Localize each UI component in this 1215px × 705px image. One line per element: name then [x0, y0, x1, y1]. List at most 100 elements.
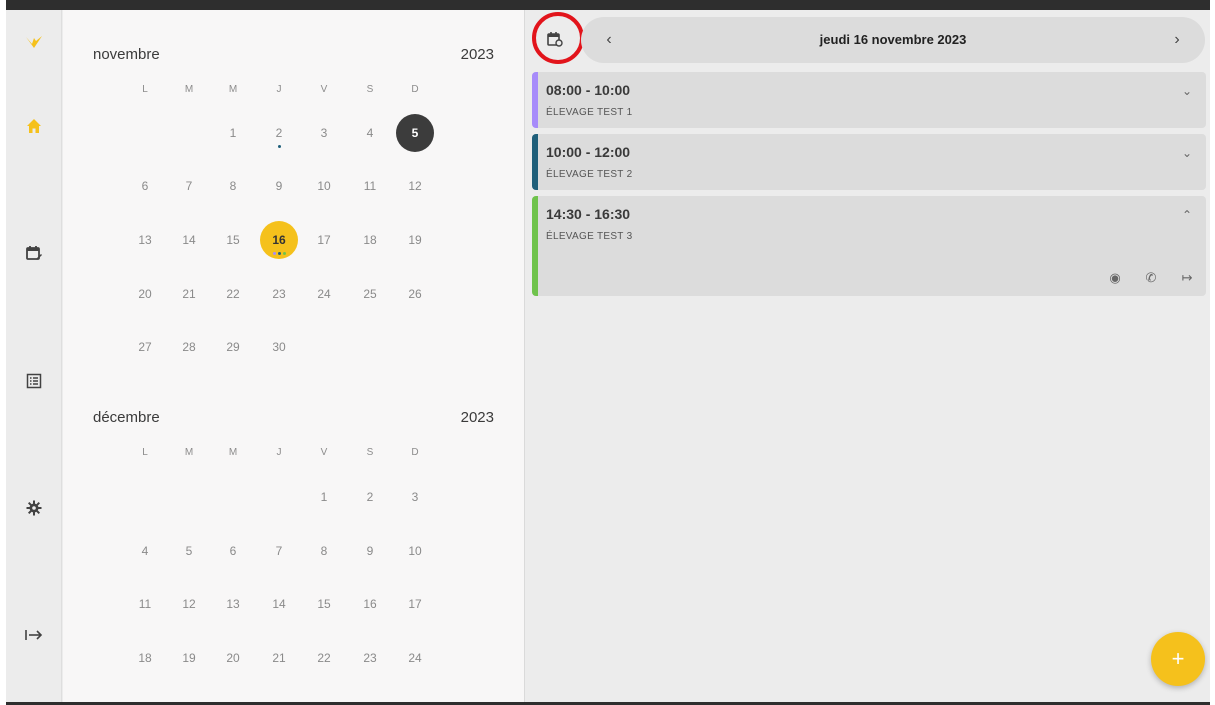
- calendar-day[interactable]: 8: [214, 167, 252, 205]
- calendar-day[interactable]: 12: [396, 167, 434, 205]
- calendar-day[interactable]: 27: [126, 328, 164, 366]
- calendar-day[interactable]: 8: [305, 532, 343, 570]
- chevron-down-icon[interactable]: ⌄: [1182, 84, 1192, 98]
- event-dot: [277, 145, 281, 148]
- calendar-day[interactable]: 1: [305, 478, 343, 516]
- add-event-button[interactable]: +: [1151, 632, 1205, 686]
- calendar-day[interactable]: 26: [396, 275, 434, 313]
- calendar-day[interactable]: 5: [396, 114, 434, 152]
- calendar-day[interactable]: 23: [260, 275, 298, 313]
- calendar-day[interactable]: 10: [396, 532, 434, 570]
- calendar-day[interactable]: 20: [214, 639, 252, 677]
- event-time: 08:00 - 10:00: [546, 82, 631, 98]
- open-arrow-icon[interactable]: ↦: [1176, 270, 1198, 286]
- calendar-day[interactable]: 18: [126, 639, 164, 677]
- calendar-today-button[interactable]: [532, 12, 584, 64]
- event-actions: ◉ ✆ ↦: [1104, 270, 1198, 286]
- event-color-bar: [532, 72, 538, 128]
- calendar-day[interactable]: 19: [396, 221, 434, 259]
- calendar-day[interactable]: 30: [260, 328, 298, 366]
- calendar-day[interactable]: 20: [126, 275, 164, 313]
- app-frame: novembre 2023 L M M J V S D 1 2 3 4 5 6 7 8 9 10 11 12 13 14 15…: [6, 0, 1210, 705]
- settings-icon[interactable]: [6, 488, 62, 528]
- calendar-day[interactable]: 9: [351, 532, 389, 570]
- day-agenda: ‹ jeudi 16 novembre 2023 › 08:00 - 10:00…: [526, 10, 1210, 702]
- calendar-day[interactable]: 11: [351, 167, 389, 205]
- calendar-day[interactable]: 10: [305, 167, 343, 205]
- event-time: 10:00 - 12:00: [546, 144, 631, 160]
- phone-icon[interactable]: ✆: [1140, 270, 1162, 286]
- calendar-day[interactable]: 18: [351, 221, 389, 259]
- calendar-day[interactable]: 7: [260, 532, 298, 570]
- logo-icon[interactable]: [6, 22, 62, 62]
- month-calendar-panel: novembre 2023 L M M J V S D 1 2 3 4 5 6 7 8 9 10 11 12 13 14 15…: [63, 10, 525, 702]
- event-dot: [282, 252, 286, 255]
- calendar-day[interactable]: 22: [214, 275, 252, 313]
- calendar-day[interactable]: 21: [170, 275, 208, 313]
- calendar-day[interactable]: 19: [170, 639, 208, 677]
- event-time: 14:30 - 16:30: [546, 206, 631, 222]
- chevron-up-icon[interactable]: ⌃: [1182, 208, 1192, 222]
- calendar-day[interactable]: 6: [126, 167, 164, 205]
- calendar-day[interactable]: 29: [214, 328, 252, 366]
- calendar-day[interactable]: 23: [351, 639, 389, 677]
- weekday-header: M: [228, 447, 238, 458]
- weekday-header: D: [411, 447, 419, 458]
- highlight-ring: [532, 12, 584, 64]
- weekday-header: M: [228, 84, 238, 95]
- logout-icon[interactable]: [6, 615, 62, 655]
- date-navigation-bar: ‹ jeudi 16 novembre 2023 ›: [526, 12, 1210, 66]
- weekday-header: L: [142, 447, 148, 458]
- event-card[interactable]: 08:00 - 10:00 ÉLEVAGE TEST 1 ⌄: [532, 72, 1206, 128]
- weekday-header: V: [320, 447, 328, 458]
- calendar-day[interactable]: 2: [351, 478, 389, 516]
- status-bar: [6, 0, 1210, 10]
- calendar-day[interactable]: 1: [214, 114, 252, 152]
- calendar-day[interactable]: 21: [260, 639, 298, 677]
- calendar-day[interactable]: 7: [170, 167, 208, 205]
- list-icon[interactable]: [6, 361, 62, 401]
- event-name: ÉLEVAGE TEST 2: [546, 169, 633, 180]
- calendar-day[interactable]: 25: [351, 275, 389, 313]
- calendar-day[interactable]: 17: [396, 585, 434, 623]
- calendar-day[interactable]: 24: [396, 639, 434, 677]
- month-year: 2023: [460, 409, 494, 426]
- weekday-header: M: [184, 447, 194, 458]
- calendar-day[interactable]: 3: [396, 478, 434, 516]
- event-name: ÉLEVAGE TEST 3: [546, 231, 633, 242]
- calendar-day[interactable]: 13: [126, 221, 164, 259]
- month-title: décembre: [93, 409, 160, 426]
- calendar-day[interactable]: 11: [126, 585, 164, 623]
- event-color-bar: [532, 196, 538, 296]
- calendar-day[interactable]: 14: [170, 221, 208, 259]
- calendar-day[interactable]: 9: [260, 167, 298, 205]
- calendar-day[interactable]: 4: [126, 532, 164, 570]
- current-date-label: jeudi 16 novembre 2023: [819, 32, 967, 47]
- calendar-day[interactable]: 22: [305, 639, 343, 677]
- calendar-day[interactable]: 12: [170, 585, 208, 623]
- side-rail: [6, 10, 62, 702]
- chevron-right-icon[interactable]: ›: [1157, 17, 1197, 63]
- calendar-day[interactable]: 17: [305, 221, 343, 259]
- date-selector: ‹ jeudi 16 novembre 2023 ›: [581, 17, 1205, 63]
- weekday-header: J: [276, 447, 282, 458]
- calendar-day[interactable]: 16: [351, 585, 389, 623]
- calendar-day[interactable]: 3: [305, 114, 343, 152]
- calendar-day[interactable]: 24: [305, 275, 343, 313]
- calendar-day[interactable]: 14: [260, 585, 298, 623]
- home-icon[interactable]: [6, 106, 62, 146]
- weekday-header: L: [142, 84, 148, 95]
- calendar-day[interactable]: 15: [305, 585, 343, 623]
- calendar-day[interactable]: 28: [170, 328, 208, 366]
- calendar-edit-icon[interactable]: [6, 233, 62, 273]
- calendar-day[interactable]: 4: [351, 114, 389, 152]
- event-dot: [277, 252, 281, 255]
- event-card[interactable]: 10:00 - 12:00 ÉLEVAGE TEST 2 ⌄: [532, 134, 1206, 190]
- calendar-day[interactable]: 13: [214, 585, 252, 623]
- calendar-day[interactable]: 15: [214, 221, 252, 259]
- location-pin-icon[interactable]: ◉: [1104, 270, 1126, 286]
- event-card[interactable]: 14:30 - 16:30 ÉLEVAGE TEST 3 ⌃ ◉ ✆ ↦: [532, 196, 1206, 296]
- chevron-down-icon[interactable]: ⌄: [1182, 146, 1192, 160]
- calendar-day[interactable]: 6: [214, 532, 252, 570]
- calendar-day[interactable]: 5: [170, 532, 208, 570]
